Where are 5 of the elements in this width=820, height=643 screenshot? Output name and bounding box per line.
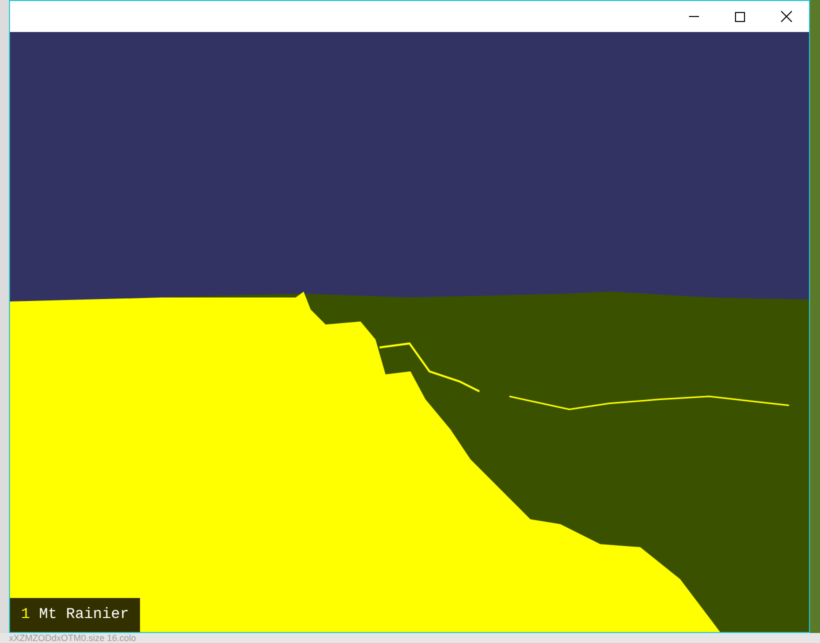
- minimize-icon: [689, 16, 699, 17]
- maximize-icon: [735, 12, 745, 22]
- close-icon: [780, 11, 792, 22]
- background-text: xXZMZODdxOTM0.size 16.colo: [9, 633, 138, 643]
- location-label: 1 Mt Rainier: [10, 598, 140, 632]
